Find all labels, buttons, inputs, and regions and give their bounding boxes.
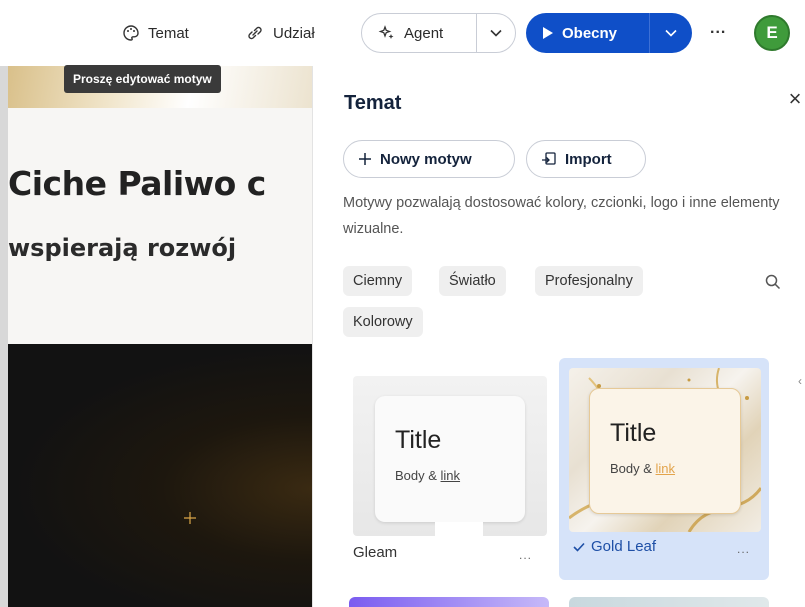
- present-button-label: Obecny: [562, 24, 618, 42]
- close-icon[interactable]: ×: [785, 88, 805, 110]
- slide-canvas[interactable]: Ciche Paliwo c wspierają rozwój: [0, 66, 312, 607]
- new-theme-button[interactable]: Nowy motyw: [343, 140, 515, 178]
- panel-title: Temat: [344, 92, 402, 114]
- agent-dropdown-button[interactable]: [477, 14, 515, 52]
- import-label: Import: [565, 150, 612, 168]
- link-icon: [248, 26, 262, 40]
- theme-name: Gleam: [353, 544, 398, 561]
- sparkle-decoration-icon: [184, 512, 196, 524]
- theme-preview: Title Body & link: [569, 368, 761, 532]
- filter-chip-light[interactable]: Światło: [439, 266, 506, 296]
- preview-card: Title Body & link: [375, 396, 525, 522]
- present-dropdown-button[interactable]: [650, 13, 692, 53]
- avatar[interactable]: E: [754, 15, 790, 51]
- palette-icon: [123, 25, 139, 41]
- share-button-label: Udział: [273, 24, 315, 42]
- preview-card: Title Body & link: [589, 388, 741, 514]
- chevron-down-icon: [490, 29, 502, 37]
- theme-preview: Title Body & link: [353, 376, 547, 536]
- theme-more-button[interactable]: ...: [737, 542, 750, 556]
- theme-card-gold-leaf[interactable]: Title Body & link Gold Leaf ...: [559, 358, 769, 580]
- preview-title: Title: [395, 426, 442, 454]
- theme-more-button[interactable]: ...: [519, 548, 532, 562]
- slide-text-area: [8, 108, 312, 344]
- play-icon: [543, 27, 553, 39]
- search-icon[interactable]: [764, 273, 782, 291]
- tooltip: Proszę edytować motyw: [64, 65, 221, 93]
- theme-card-next[interactable]: [349, 597, 549, 607]
- agent-button[interactable]: Agent: [362, 14, 476, 52]
- preview-title: Title: [610, 419, 657, 447]
- import-icon: [542, 152, 556, 165]
- theme-card-next[interactable]: [569, 597, 769, 607]
- theme-panel: Temat × Nowy motyw Import Motywy pozwala…: [312, 66, 805, 607]
- sparkle-icon: [378, 25, 394, 39]
- scroll-indicator[interactable]: ‹: [798, 374, 802, 388]
- theme-button[interactable]: Temat: [122, 14, 189, 52]
- more-options-button[interactable]: ...: [710, 20, 726, 38]
- slide-title[interactable]: Ciche Paliwo c: [8, 164, 266, 203]
- share-button[interactable]: Udział: [245, 14, 315, 52]
- plus-icon: [359, 153, 371, 165]
- preview-body: Body & link: [395, 468, 461, 483]
- import-button[interactable]: Import: [526, 140, 646, 178]
- theme-card-gleam[interactable]: Title Body & link Gleam ...: [349, 368, 559, 588]
- chevron-down-icon: [665, 29, 677, 37]
- checkmark-icon: [573, 542, 585, 552]
- agent-button-group: Agent: [361, 13, 516, 53]
- preview-strip: [435, 522, 483, 536]
- present-button-group: Obecny: [526, 13, 692, 53]
- new-theme-label: Nowy motyw: [380, 150, 472, 168]
- agent-button-label: Agent: [404, 24, 444, 42]
- filter-chip-professional[interactable]: Profesjonalny: [535, 266, 643, 296]
- slide-subtitle[interactable]: wspierają rozwój: [8, 234, 236, 262]
- present-button[interactable]: Obecny: [526, 13, 649, 53]
- theme-button-label: Temat: [148, 24, 189, 42]
- panel-description: Motywy pozwalają dostosować kolory, czci…: [343, 195, 780, 237]
- theme-name-selected: Gold Leaf: [573, 538, 656, 555]
- filter-chip-dark[interactable]: Ciemny: [343, 266, 413, 296]
- preview-body: Body & link: [610, 461, 676, 476]
- slide-dark-image[interactable]: [8, 344, 312, 607]
- theme-name: Gold Leaf: [591, 538, 657, 555]
- filter-chip-colorful[interactable]: Kolorowy: [343, 307, 423, 337]
- top-toolbar: Temat Udział Agent Obecny ... E: [0, 0, 805, 66]
